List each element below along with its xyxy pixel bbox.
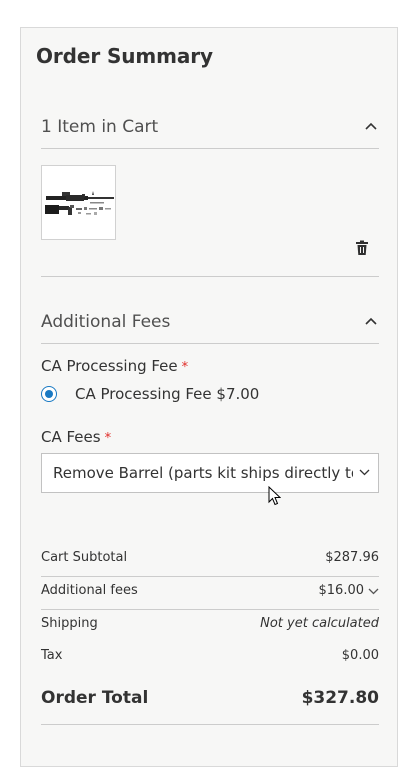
additional-fees-row: Additional fees $16.00 — [41, 577, 379, 610]
shipping-value: Not yet calculated — [260, 616, 379, 631]
required-mark: * — [104, 431, 112, 446]
items-in-cart-label: 1 Item in Cart — [41, 117, 159, 137]
cart-subtotal-row: Cart Subtotal $287.96 — [41, 544, 379, 577]
additional-fees-total-value: $16.00 — [318, 583, 365, 598]
ca-fees-label: CA Fees * — [41, 428, 111, 446]
chevron-down-icon — [368, 588, 379, 594]
ca-processing-fee-radio[interactable] — [41, 386, 57, 402]
mouse-cursor-icon — [268, 486, 281, 506]
order-summary-panel: Order Summary 1 Item in Cart Additional … — [20, 27, 398, 767]
order-summary-title: Order Summary — [36, 44, 213, 68]
tax-label: Tax — [41, 648, 63, 663]
items-in-cart-toggle[interactable]: 1 Item in Cart — [41, 108, 379, 149]
chevron-down-icon — [359, 469, 370, 476]
required-mark: * — [181, 360, 189, 375]
cart-subtotal-value: $287.96 — [325, 550, 379, 565]
rifle-parts-kit-image — [45, 191, 114, 215]
ca-processing-fee-label: CA Processing Fee * — [41, 357, 188, 375]
order-total-label: Order Total — [41, 688, 149, 708]
additional-fees-total-label: Additional fees — [41, 583, 138, 598]
order-total-row: Order Total $327.80 — [41, 686, 379, 725]
ca-fees-select[interactable]: Remove Barrel (parts kit ships directly … — [41, 453, 379, 493]
tax-row: Tax $0.00 — [41, 642, 379, 674]
chevron-up-icon — [365, 122, 377, 130]
ca-fees-label-text: CA Fees — [41, 428, 101, 446]
tax-value: $0.00 — [341, 648, 379, 663]
additional-fees-label: Additional Fees — [41, 312, 171, 332]
shipping-label: Shipping — [41, 616, 98, 631]
additional-fees-total-toggle[interactable]: $16.00 — [319, 583, 380, 598]
shipping-row: Shipping Not yet calculated — [41, 610, 379, 642]
ca-processing-fee-option-label[interactable]: CA Processing Fee $7.00 — [75, 385, 259, 403]
product-thumbnail[interactable] — [41, 165, 116, 240]
cart-subtotal-label: Cart Subtotal — [41, 550, 128, 565]
cart-divider — [41, 276, 379, 277]
chevron-up-icon — [365, 317, 377, 325]
ca-fees-selected-value: Remove Barrel (parts kit ships directly … — [53, 464, 353, 482]
trash-icon[interactable] — [355, 240, 369, 256]
ca-processing-fee-label-text: CA Processing Fee — [41, 357, 178, 375]
order-total-value: $327.80 — [301, 688, 379, 708]
ca-processing-fee-option[interactable]: CA Processing Fee $7.00 — [41, 385, 341, 407]
additional-fees-toggle[interactable]: Additional Fees — [41, 303, 379, 344]
